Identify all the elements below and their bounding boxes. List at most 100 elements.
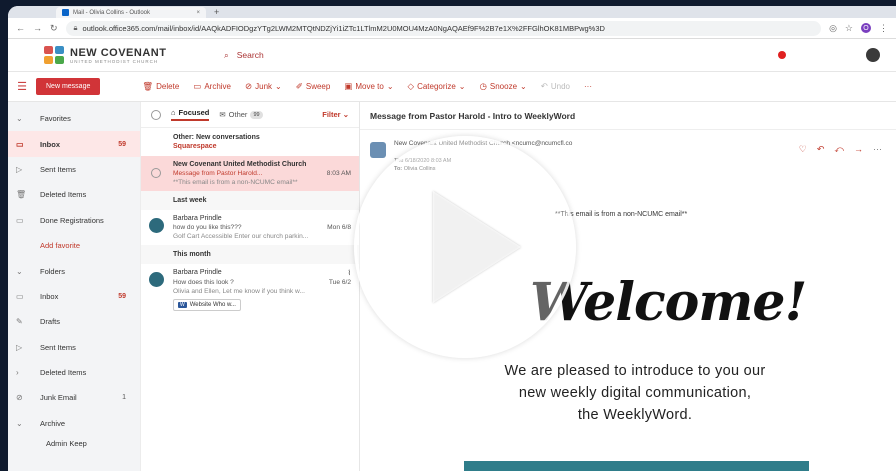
unread-count: 59: [118, 140, 126, 148]
folders-header[interactable]: ⌄ Folders: [8, 258, 140, 283]
more-actions-icon[interactable]: ···: [873, 144, 882, 155]
group-header: This month: [141, 245, 359, 264]
chevron-down-icon: ⌄: [16, 418, 23, 428]
unread-count: 59: [118, 292, 126, 300]
reply-icon[interactable]: ↶: [817, 144, 825, 155]
profile-icon[interactable]: O: [861, 23, 871, 33]
snooze-button[interactable]: ◷ Snooze ⌄: [479, 81, 526, 92]
bookmark-star-icon[interactable]: ☆: [845, 23, 853, 34]
trash-icon: 🗑︎: [16, 190, 27, 200]
new-message-button[interactable]: New message: [36, 78, 101, 95]
junk-count: 1: [122, 394, 126, 402]
play-icon: [433, 191, 521, 303]
sidebar-item-deleted-folder[interactable]: › Deleted Items: [8, 360, 140, 385]
undo-button[interactable]: ↶ Undo: [541, 81, 570, 92]
like-icon[interactable]: ♡: [799, 144, 807, 155]
move-to-button[interactable]: ▣ Move to ⌄: [344, 81, 393, 92]
block-icon: ⊘: [245, 81, 253, 91]
pencil-icon: ✎: [16, 317, 23, 327]
sidebar-item-deleted[interactable]: 🗑︎ Deleted Items: [8, 182, 140, 207]
sidebar-item-archive[interactable]: ⌄ Archive: [8, 411, 140, 436]
search-box[interactable]: ⌕ Search: [224, 50, 264, 61]
sidebar-item-inbox-folder[interactable]: ▭ Inbox 59: [8, 284, 140, 309]
browser-tabbar: Mail - Olivia Collins - Outlook × +: [8, 6, 896, 18]
org-subtitle: UNITED METHODIST CHURCH: [70, 58, 159, 64]
folder-pane: ⌄ Favorites ▭ Inbox 59 ▷ Sent Items 🗑︎ Delete…: [8, 102, 140, 471]
browser-tab[interactable]: Mail - Olivia Collins - Outlook ×: [56, 7, 206, 18]
reload-icon[interactable]: ↻: [50, 23, 58, 34]
logo-mark-icon: [44, 46, 64, 64]
chevron-down-icon: ⌄: [386, 82, 394, 91]
browser-menu-icon[interactable]: ⋮: [879, 23, 888, 34]
hamburger-menu-icon[interactable]: ☰: [8, 80, 36, 93]
email-subject: Message from Pastor Harold - Intro to We…: [360, 102, 896, 130]
paperclip-icon: ⌇: [347, 270, 351, 277]
undo-icon: ↶: [540, 81, 548, 91]
message-select-radio[interactable]: [151, 168, 161, 178]
address-bar: ← → ↻ 🔒︎ outlook.office365.com/mail/inbo…: [8, 18, 896, 39]
folder-move-icon: ▣: [344, 81, 353, 91]
chevron-down-icon: ⌄: [458, 82, 466, 91]
email-banner-bar: [464, 461, 809, 471]
more-commands-button[interactable]: ···: [584, 82, 592, 91]
attachment-chip[interactable]: W Website Who w...: [173, 299, 241, 311]
sweep-button[interactable]: ✐ Sweep: [296, 81, 331, 92]
favorites-header[interactable]: ⌄ Favorites: [8, 106, 140, 131]
focused-icon: ⌂: [171, 108, 176, 117]
sidebar-item-junk[interactable]: ⊘ Junk Email 1: [8, 385, 140, 410]
delete-button[interactable]: 🗑︎ Delete: [142, 81, 179, 92]
avatar[interactable]: [866, 48, 880, 62]
tab-focused[interactable]: ⌂ Focused: [171, 108, 210, 121]
chevron-right-icon: ›: [16, 368, 19, 378]
avatar: [149, 272, 164, 287]
select-all-checkbox[interactable]: [151, 109, 161, 120]
email-actions: ♡ ↶ ⤺ → ···: [799, 144, 882, 155]
archive-icon: ▭: [193, 81, 202, 91]
search-label: Search: [236, 50, 264, 60]
notification-dot-icon[interactable]: [778, 51, 786, 59]
avatar: [149, 218, 164, 233]
sidebar-item-admin-keep[interactable]: Admin Keep: [8, 436, 140, 450]
back-icon[interactable]: ←: [16, 23, 25, 33]
sidebar-item-sent[interactable]: ▷ Sent Items: [8, 157, 140, 182]
categorize-button[interactable]: ◇ Categorize ⌄: [408, 81, 466, 92]
sidebar-item-inbox[interactable]: ▭ Inbox 59: [8, 131, 140, 157]
url-text: outlook.office365.com/mail/inbox/id/AAQk…: [82, 23, 605, 33]
cast-icon[interactable]: ◎: [829, 23, 837, 34]
welcome-heading: Welcome!: [530, 272, 807, 333]
tab-close-icon[interactable]: ×: [196, 10, 200, 16]
sidebar-item-drafts[interactable]: ✎ Drafts: [8, 309, 140, 334]
group-header: Last week: [141, 191, 359, 210]
search-icon: ⌕: [224, 49, 229, 60]
list-item[interactable]: Barbara Prindle how do you like this??? M…: [141, 210, 359, 245]
browser-window: Mail - Olivia Collins - Outlook × + ← → …: [8, 6, 896, 471]
external-email-notice: **This email is from a non-NCUMC email**: [555, 211, 688, 218]
send-icon: ▷: [16, 342, 23, 352]
list-item[interactable]: Barbara Prindle ⌇ How does this look ? Tue…: [141, 264, 359, 316]
reply-all-icon[interactable]: ⤺: [834, 144, 844, 155]
inbox-icon: ▭: [16, 139, 24, 149]
lock-icon: 🔒︎: [73, 23, 78, 32]
filter-button[interactable]: Filter ⌄: [322, 110, 349, 119]
chevron-down-icon: ⌄: [16, 266, 23, 276]
tag-icon: ◇: [407, 81, 415, 91]
list-item[interactable]: New Covenant United Methodist Church Mes…: [141, 156, 359, 191]
forward-icon[interactable]: →: [854, 144, 863, 155]
outlook-favicon-icon: [62, 9, 69, 16]
video-play-button[interactable]: [354, 136, 576, 358]
mail-icon: ✉︎: [219, 110, 226, 119]
forward-icon[interactable]: →: [33, 23, 42, 33]
sidebar-item-sent-folder[interactable]: ▷ Sent Items: [8, 335, 140, 360]
tab-other[interactable]: ✉︎ Other 99: [219, 110, 263, 119]
junk-button[interactable]: ⊘ Junk ⌄: [245, 81, 282, 92]
add-favorite-link[interactable]: Add favorite: [8, 233, 140, 258]
inbox-icon: ▭: [16, 291, 24, 301]
intro-text: We are pleased to introduce to you our n…: [504, 363, 766, 423]
sender-avatar: [370, 142, 386, 158]
sidebar-item-done-registrations[interactable]: ▭ Done Registrations: [8, 208, 140, 233]
send-icon: ▷: [16, 164, 23, 174]
new-tab-button[interactable]: +: [214, 7, 219, 18]
archive-button[interactable]: ▭ Archive: [193, 81, 231, 92]
url-field[interactable]: 🔒︎ outlook.office365.com/mail/inbox/id/A…: [65, 20, 822, 36]
other-notification[interactable]: Other: New conversations Squarespace: [141, 128, 359, 156]
